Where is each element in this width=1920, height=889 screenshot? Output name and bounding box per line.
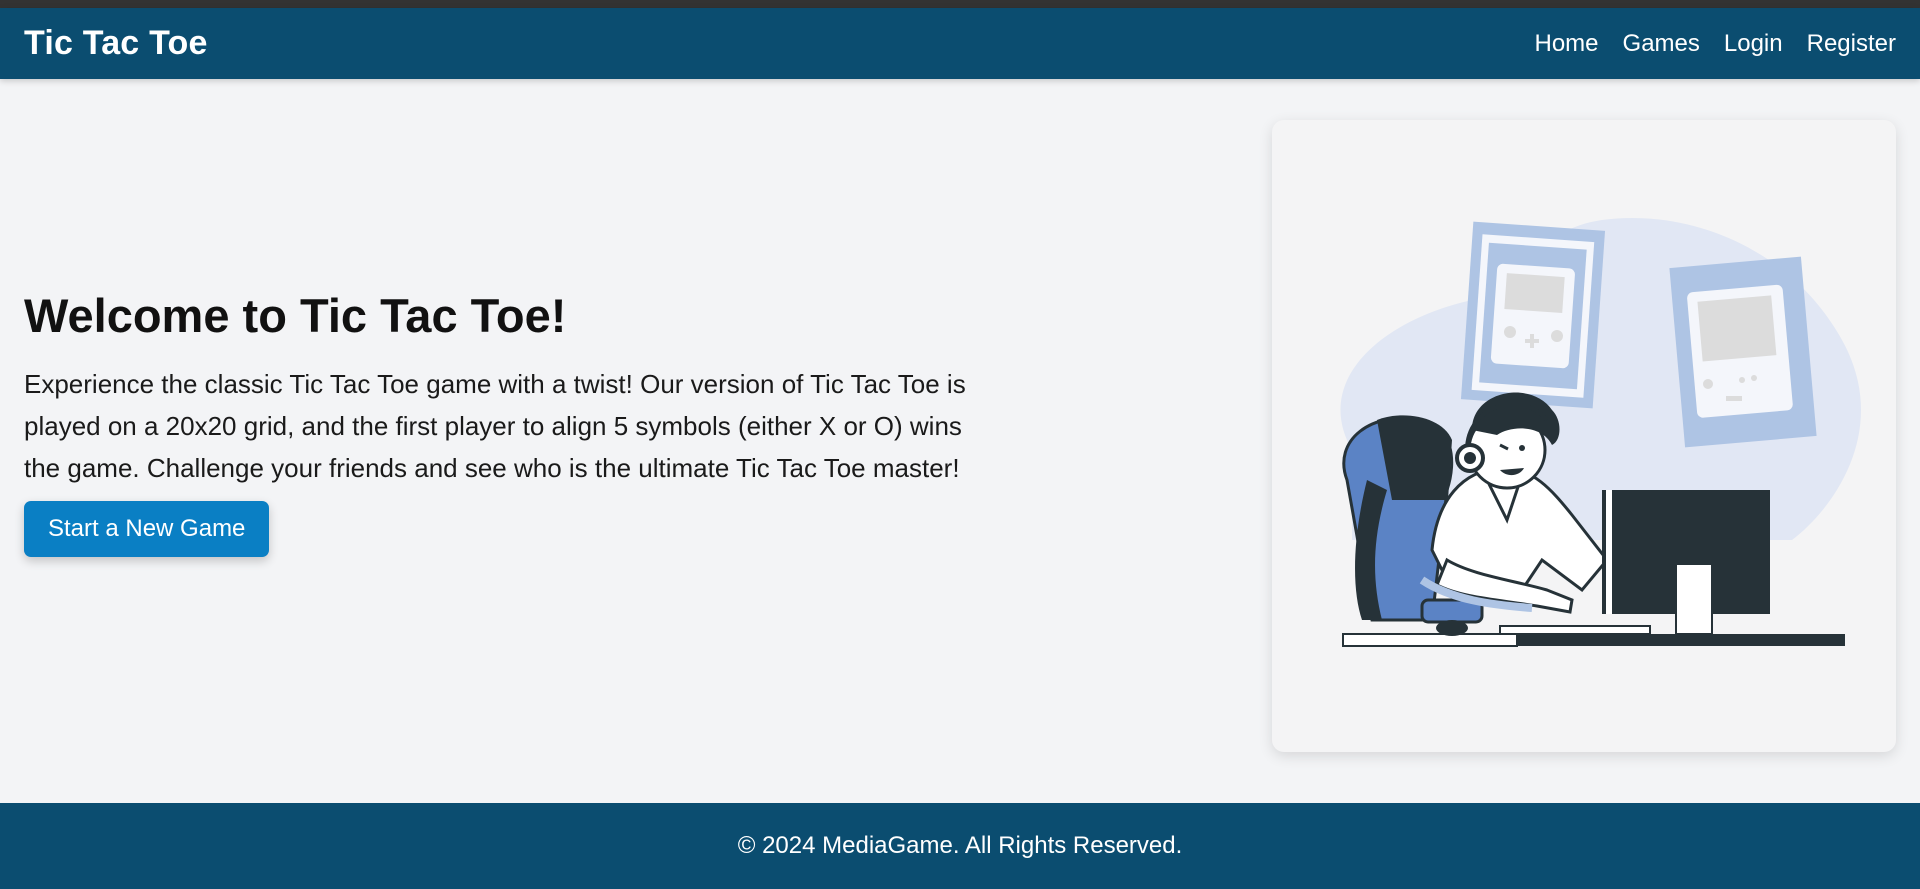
brand-logo[interactable]: Tic Tac Toe (24, 24, 208, 63)
footer: © 2024 MediaGame. All Rights Reserved. (0, 803, 1920, 889)
nav-link-home[interactable]: Home (1535, 30, 1599, 58)
illustration-card (1272, 120, 1896, 752)
mouse-icon (1436, 620, 1468, 636)
nav-link-login[interactable]: Login (1724, 30, 1783, 58)
gamer-at-computer-illustration (1340, 217, 1862, 647)
page-title: Welcome to Tic Tac Toe! (24, 289, 567, 342)
keyboard-icon (1499, 625, 1651, 635)
handheld-poster-left-icon (1460, 221, 1606, 409)
copyright-text: © 2024 MediaGame. All Rights Reserved. (737, 832, 1183, 859)
start-new-game-button[interactable]: Start a New Game (24, 501, 270, 557)
hero-description: Experience the classic Tic Tac Toe game … (24, 369, 966, 483)
hero-text: Welcome to Tic Tac Toe! Experience the c… (24, 288, 984, 557)
window-top-strip (0, 0, 1920, 8)
navbar: Tic Tac Toe Home Games Login Register (0, 8, 1920, 79)
nav-link-games[interactable]: Games (1623, 30, 1700, 58)
hero-section: Welcome to Tic Tac Toe! Experience the c… (24, 120, 1896, 752)
nav-links: Home Games Login Register (1535, 30, 1897, 58)
handheld-poster-right-icon (1669, 256, 1817, 448)
nav-link-register[interactable]: Register (1807, 30, 1896, 58)
computer-monitor-icon (1602, 490, 1770, 635)
